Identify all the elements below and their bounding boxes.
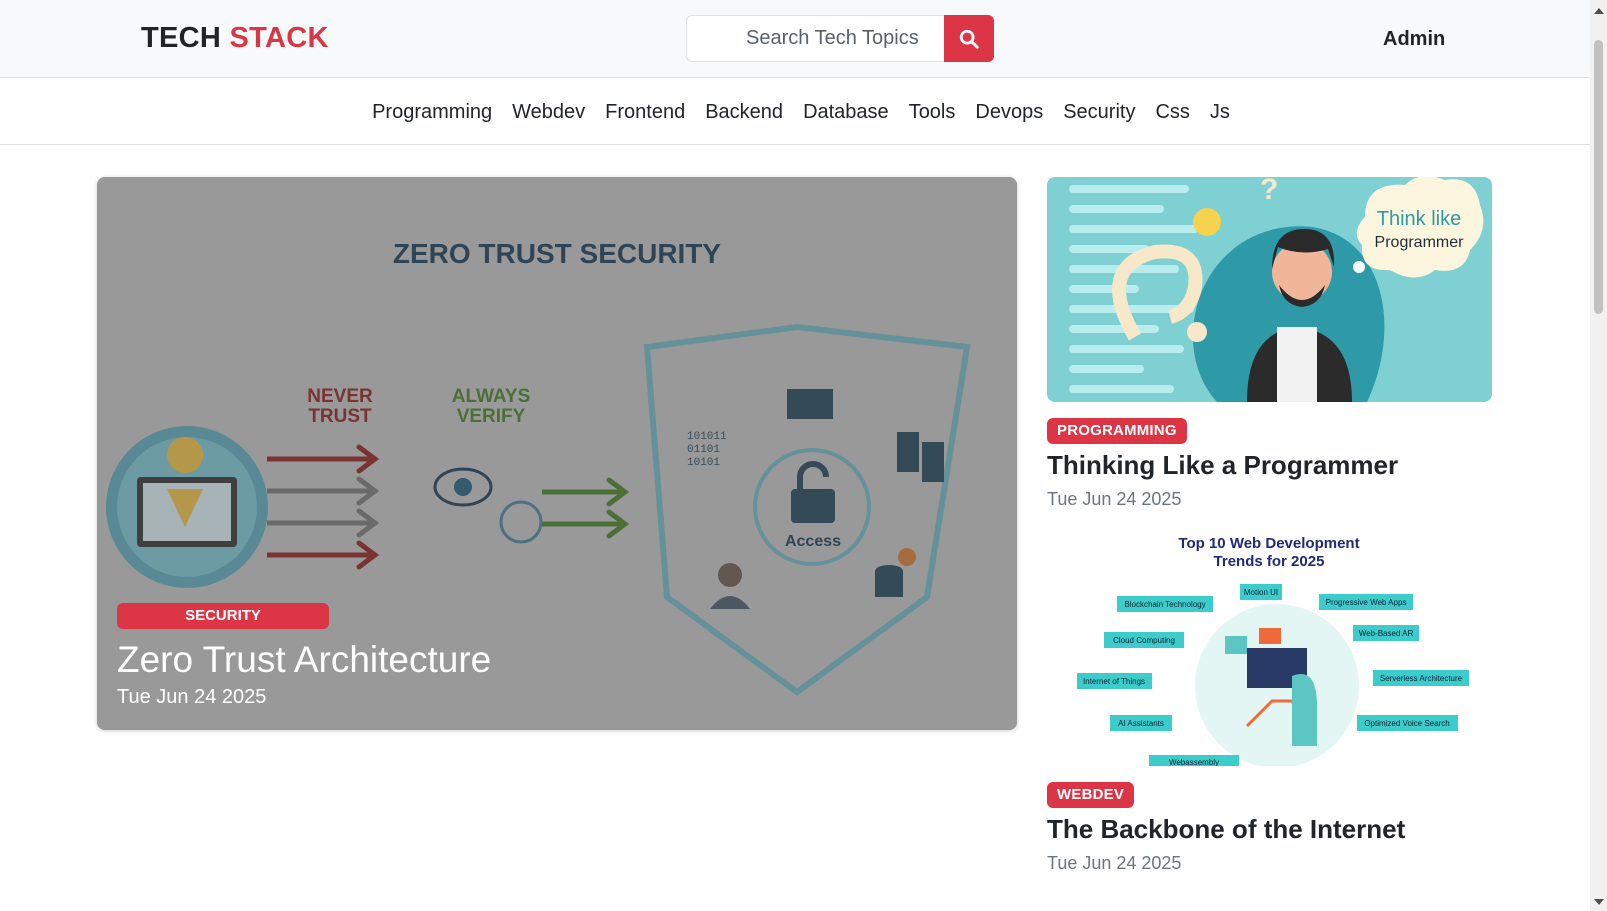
tag-4: Cloud Computing	[1113, 636, 1175, 645]
featured-post-date: Tue Jun 24 2025	[117, 686, 267, 708]
side-post-image-2[interactable]: Top 10 Web Development Trends for 2025 B…	[1047, 536, 1492, 766]
side-post-card-2[interactable]: Top 10 Web Development Trends for 2025 B…	[1047, 536, 1492, 874]
site-logo[interactable]: TECH STACK	[141, 22, 329, 55]
category-link-programming[interactable]: Programming	[362, 101, 502, 124]
category-link-database[interactable]: Database	[793, 101, 899, 124]
tag-1: Blockchain Technology	[1124, 600, 1205, 609]
search-form	[686, 15, 994, 62]
bubble-line-1: Think like	[1377, 208, 1461, 230]
infographic-heading-2: Trends for 2025	[1214, 553, 1325, 570]
side-post-date-2: Tue Jun 24 2025	[1047, 853, 1182, 873]
admin-link[interactable]: Admin	[1383, 28, 1445, 51]
featured-post-title[interactable]: Zero Trust Architecture	[117, 639, 491, 681]
category-link-backend[interactable]: Backend	[695, 101, 793, 124]
category-link-webdev[interactable]: Webdev	[502, 101, 595, 124]
infographic-heading-1: Top 10 Web Development	[1178, 536, 1359, 552]
webdev-trends-infographic: Top 10 Web Development Trends for 2025 B…	[1047, 536, 1492, 766]
site-header: TECH STACK Admin	[0, 0, 1590, 78]
search-input[interactable]	[686, 15, 944, 62]
category-link-tools[interactable]: Tools	[899, 101, 966, 124]
brand-text-tech: TECH	[141, 22, 222, 54]
category-link-js[interactable]: Js	[1200, 101, 1240, 124]
search-icon	[959, 29, 979, 49]
scroll-up-arrow-icon[interactable]	[1594, 8, 1604, 14]
side-post-title-2[interactable]: The Backbone of the Internet	[1047, 814, 1492, 845]
scrollbar-thumb[interactable]	[1594, 40, 1603, 314]
bubble-line-2: Programmer	[1375, 234, 1465, 251]
svg-text:?: ?	[1260, 177, 1278, 206]
featured-post-card[interactable]: ZERO TRUST SECURITY NEVER TRUST ALWAYS V…	[97, 177, 1017, 730]
page-scrollbar[interactable]	[1590, 0, 1607, 911]
side-post-date-1: Tue Jun 24 2025	[1047, 489, 1182, 509]
category-nav: Programming Webdev Frontend Backend Data…	[0, 79, 1590, 145]
side-post-title-1[interactable]: Thinking Like a Programmer	[1047, 450, 1492, 481]
tag-7: Serverless Architecture	[1380, 674, 1463, 683]
category-link-devops[interactable]: Devops	[965, 101, 1053, 124]
category-link-css[interactable]: Css	[1145, 101, 1199, 124]
brand-text-stack: STACK	[229, 22, 329, 54]
featured-category-badge[interactable]: SECURITY	[117, 603, 329, 629]
tag-9: Optimized Voice Search	[1364, 719, 1449, 728]
tag-10: Webassembly	[1169, 758, 1219, 766]
category-link-frontend[interactable]: Frontend	[595, 101, 695, 124]
tag-6: Internet of Things	[1083, 677, 1145, 686]
scroll-down-arrow-icon[interactable]	[1594, 899, 1604, 905]
search-button[interactable]	[944, 15, 994, 62]
tag-5: Web-Based AR	[1359, 629, 1414, 638]
side-post-image-1[interactable]: ? Think like Programmer	[1047, 177, 1492, 402]
tag-2: Motion UI	[1244, 588, 1278, 597]
tag-8: AI Assistants	[1118, 719, 1164, 728]
side-post-badge-2[interactable]: WEBDEV	[1047, 782, 1135, 808]
tag-3: Progressive Web Apps	[1326, 598, 1407, 607]
side-post-card-1[interactable]: ? Think like Programmer PROGRAMMING Thin…	[1047, 177, 1492, 510]
category-link-security[interactable]: Security	[1053, 101, 1145, 124]
side-post-badge-1[interactable]: PROGRAMMING	[1047, 418, 1187, 444]
programmer-illustration: ? Think like Programmer	[1047, 177, 1492, 402]
